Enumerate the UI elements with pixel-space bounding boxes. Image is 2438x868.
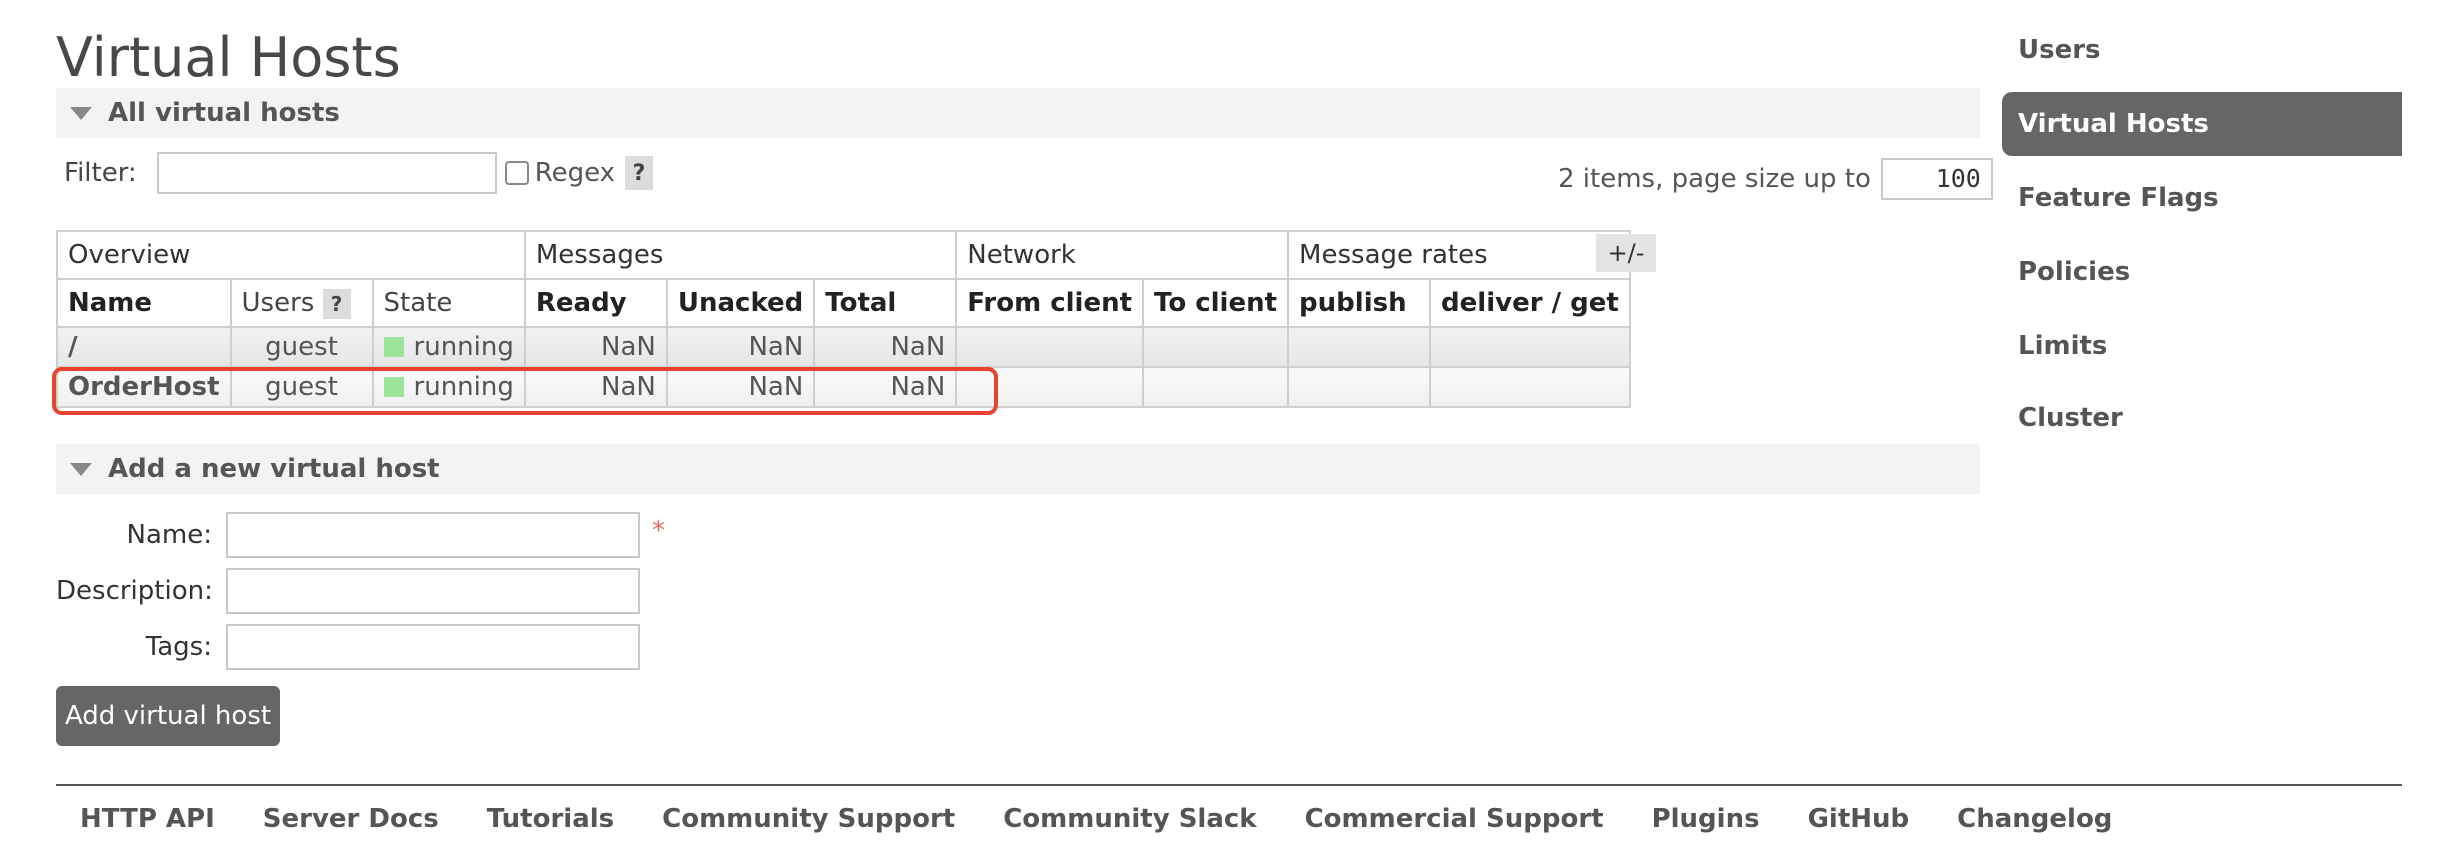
form-row-tags: Tags: [56, 624, 640, 670]
vhost-unacked: NaN [665, 326, 816, 368]
footer-link-tutorials[interactable]: Tutorials [487, 804, 614, 834]
paging: 2 items, page size up to 100 [1558, 158, 1993, 200]
table-row[interactable]: OrderHost guest running NaN NaN NaN [56, 366, 1631, 408]
page: Virtual Hosts All virtual hosts Filter: … [0, 0, 2438, 868]
description-label: Description: [56, 576, 213, 606]
col-from-client[interactable]: From client [955, 278, 1145, 328]
vhost-from-client [955, 366, 1145, 408]
col-users[interactable]: Users ? [229, 278, 374, 328]
col-total[interactable]: Total [813, 278, 958, 328]
paging-text: 2 items, page size up to [1558, 164, 1871, 194]
sidebar-item-virtual-hosts[interactable]: Virtual Hosts [2002, 92, 2402, 156]
page-title: Virtual Hosts [56, 26, 401, 89]
state-running-indicator [383, 377, 404, 397]
vhosts-table: Overview Messages Network Message rates … [56, 230, 1631, 408]
vhost-state: running [371, 326, 526, 368]
group-message-rates: Message rates [1287, 230, 1631, 280]
footer-link-http-api[interactable]: HTTP API [80, 804, 215, 834]
required-asterisk: * [652, 516, 665, 546]
regex-checkbox[interactable] [504, 161, 529, 185]
sidebar-item-cluster[interactable]: Cluster [2002, 386, 2402, 450]
col-unacked[interactable]: Unacked [665, 278, 816, 328]
vhost-to-client [1142, 326, 1290, 368]
footer-link-commercial-support[interactable]: Commercial Support [1305, 804, 1604, 834]
vhost-ready: NaN [523, 366, 668, 408]
name-label: Name: [126, 520, 212, 550]
vhost-state: running [371, 366, 526, 408]
add-virtual-host-button[interactable]: Add virtual host [56, 686, 280, 746]
col-name[interactable]: Name [56, 278, 232, 328]
add-vhost-section-header[interactable]: Add a new virtual host [56, 444, 1980, 494]
col-publish[interactable]: publish [1287, 278, 1432, 328]
vhost-name-input[interactable] [226, 512, 640, 558]
table-row[interactable]: / guest running NaN NaN NaN [56, 326, 1631, 368]
collapse-triangle-icon [70, 106, 92, 120]
footer-link-plugins[interactable]: Plugins [1652, 804, 1760, 834]
col-users-label: Users [241, 287, 315, 318]
vhost-from-client [955, 326, 1145, 368]
col-state[interactable]: State [371, 278, 526, 328]
sidebar-item-users[interactable]: Users [2002, 18, 2402, 82]
footer-link-community-support[interactable]: Community Support [662, 804, 955, 834]
all-vhosts-section-label: All virtual hosts [108, 98, 340, 128]
regex-help-button[interactable]: ? [625, 156, 654, 190]
vhost-deliver-get [1429, 366, 1631, 408]
vhost-users: guest [229, 366, 374, 408]
vhost-unacked: NaN [665, 366, 816, 408]
col-ready[interactable]: Ready [523, 278, 668, 328]
sidebar-item-limits[interactable]: Limits [2002, 314, 2402, 378]
group-messages: Messages [523, 230, 958, 280]
sidebar-item-policies[interactable]: Policies [2002, 240, 2402, 304]
footer-link-community-slack[interactable]: Community Slack [1003, 804, 1256, 834]
footer-links: HTTP API Server Docs Tutorials Community… [80, 804, 2160, 834]
table-group-header-row: Overview Messages Network Message rates [56, 230, 1631, 280]
table-column-header-row: Name Users ? State Ready Unacked Total F… [56, 278, 1631, 328]
tags-label: Tags: [145, 632, 212, 662]
vhost-description-input[interactable] [226, 568, 640, 614]
page-size-input[interactable]: 100 [1880, 158, 1993, 200]
footer-link-server-docs[interactable]: Server Docs [263, 804, 439, 834]
sidebar-item-feature-flags[interactable]: Feature Flags [2002, 166, 2402, 230]
vhost-tags-input[interactable] [226, 624, 640, 670]
regex-label: Regex [534, 158, 616, 188]
footer-divider [56, 784, 2402, 786]
group-network: Network [955, 230, 1290, 280]
filter-row: Filter: Regex ? [64, 152, 654, 194]
group-overview: Overview [56, 230, 526, 280]
col-deliver-get[interactable]: deliver / get [1429, 278, 1631, 328]
form-row-name: Name: * [56, 512, 665, 558]
vhost-publish [1287, 326, 1432, 368]
vhost-state-label: running [413, 332, 514, 362]
vhost-name-link[interactable]: / [56, 326, 232, 368]
filter-input[interactable] [156, 152, 497, 194]
collapse-triangle-icon [70, 462, 92, 476]
col-to-client[interactable]: To client [1142, 278, 1290, 328]
vhost-state-label: running [413, 372, 514, 402]
vhost-total: NaN [813, 326, 958, 368]
vhost-users: guest [229, 326, 374, 368]
filter-label: Filter: [64, 158, 137, 188]
form-row-description: Description: [56, 568, 640, 614]
columns-toggle-button[interactable]: +/- [1596, 234, 1656, 272]
add-vhost-section-label: Add a new virtual host [108, 454, 440, 484]
footer-link-github[interactable]: GitHub [1808, 804, 1910, 834]
state-running-indicator [383, 337, 404, 357]
all-vhosts-section-header[interactable]: All virtual hosts [56, 88, 1980, 138]
vhost-name-link[interactable]: OrderHost [56, 366, 232, 408]
vhost-to-client [1142, 366, 1290, 408]
vhost-ready: NaN [523, 326, 668, 368]
footer-link-changelog[interactable]: Changelog [1957, 804, 2112, 834]
vhost-publish [1287, 366, 1432, 408]
users-help-button[interactable]: ? [322, 288, 351, 319]
vhost-total: NaN [813, 366, 958, 408]
vhost-deliver-get [1429, 326, 1631, 368]
